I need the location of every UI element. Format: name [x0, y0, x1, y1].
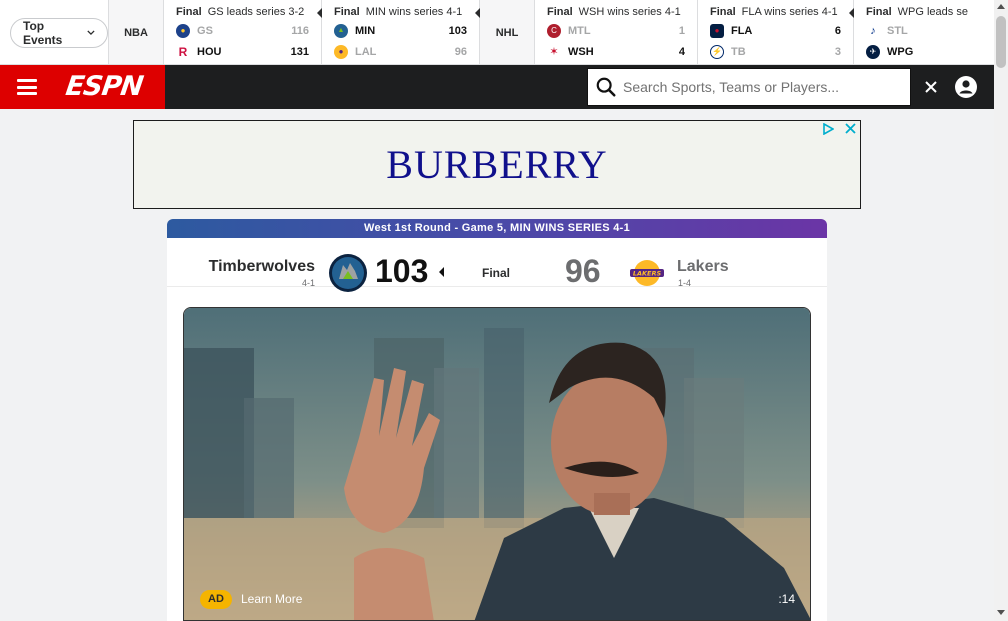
- scoreline[interactable]: Timberwolves 4-1 103 Final 96 LAKERS Lak…: [167, 219, 827, 292]
- top-events-label: Top Events: [23, 18, 63, 47]
- away-team-record: 1-4: [678, 278, 692, 288]
- video-ad-badge: AD: [200, 590, 232, 609]
- ad-banner[interactable]: BURBERRY: [133, 120, 861, 209]
- game-status: Final GS leads series 3-2: [176, 6, 305, 18]
- scroll-up-arrow-icon[interactable]: [997, 4, 1005, 9]
- game-status: Final MIN wins series 4-1: [334, 6, 463, 18]
- game-status: Final FLA wins series 4-1: [709, 6, 838, 18]
- away-team-name[interactable]: Lakers: [677, 258, 729, 276]
- rockets-logo-icon: R: [178, 44, 188, 59]
- team-row: ● FLA 6: [709, 20, 841, 41]
- team-row: ● GS 116: [176, 20, 309, 41]
- team-row: ✶ WSH 4: [547, 41, 685, 62]
- league-label-nba[interactable]: NBA: [109, 0, 165, 64]
- lakers-logo-icon: LAKERS: [630, 260, 664, 286]
- blues-logo-icon: ♪: [870, 24, 876, 37]
- away-team-score: 96: [565, 253, 601, 289]
- timberwolves-logo-icon: ▲: [334, 23, 349, 38]
- scores-strip: Top Events NBA Final GS leads series 3-2 …: [0, 0, 994, 65]
- close-search-icon[interactable]: [921, 77, 941, 97]
- espn-logo[interactable]: ESPN: [64, 71, 145, 102]
- scrollbar-thumb[interactable]: [996, 16, 1006, 68]
- ad-close-icon[interactable]: [844, 122, 857, 135]
- capitals-logo-icon: ✶: [549, 46, 559, 58]
- lakers-logo-icon: ●: [334, 44, 349, 59]
- search-icon: [596, 77, 616, 97]
- learn-more-link[interactable]: Learn More: [241, 592, 302, 606]
- chevron-down-icon: [87, 30, 95, 35]
- winner-caret: [439, 267, 444, 277]
- league-label-nhl[interactable]: NHL: [480, 0, 535, 64]
- home-team-name[interactable]: Timberwolves: [209, 258, 315, 276]
- home-team-score: 103: [375, 253, 429, 289]
- game-card: West 1st Round - Game 5, MIN WINS SERIES…: [167, 219, 827, 621]
- espn-navbar: ESPN: [0, 65, 994, 109]
- game-status: Final WSH wins series 4-1: [546, 6, 681, 18]
- adchoices-icon[interactable]: [822, 123, 834, 135]
- hamburger-menu-icon[interactable]: [17, 79, 37, 95]
- scoreboard-game[interactable]: Final MIN wins series 4-1 ▲ MIN 103 ● LAL…: [322, 0, 481, 64]
- search-box: [587, 68, 911, 106]
- scroll-down-arrow-icon[interactable]: [997, 610, 1005, 615]
- video-duration: :14: [778, 592, 795, 606]
- winner-caret: [475, 8, 481, 18]
- scoreboard-game[interactable]: Final FLA wins series 4-1 ● FLA 6 ⚡ TB 3: [698, 0, 854, 64]
- timberwolves-logo-icon: [329, 254, 367, 292]
- warriors-logo-icon: ●: [176, 23, 191, 38]
- search-input[interactable]: [623, 79, 893, 95]
- jets-logo-icon: ✈: [865, 44, 880, 59]
- top-events-cell: Top Events: [0, 0, 110, 64]
- scoreboard-game[interactable]: Final WPG leads se ♪ STL ✈ WPG: [854, 0, 994, 64]
- svg-text:LAKERS: LAKERS: [633, 270, 662, 278]
- user-account-icon[interactable]: [954, 75, 978, 99]
- canadiens-logo-icon: C: [546, 23, 561, 38]
- panthers-logo-icon: ●: [709, 23, 724, 38]
- team-row: ● LAL 96: [334, 41, 467, 62]
- team-row: C MTL 1: [546, 20, 685, 41]
- ad-brand-name: BURBERRY: [386, 142, 608, 187]
- game-status: Final WPG leads se: [865, 6, 968, 18]
- team-row: R HOU 131: [176, 41, 309, 62]
- team-row: ⚡ TB 3: [709, 41, 841, 62]
- top-events-dropdown[interactable]: Top Events: [10, 17, 109, 48]
- vertical-scrollbar[interactable]: [994, 0, 1008, 621]
- lightning-logo-icon: ⚡: [709, 44, 724, 59]
- game-status-final: Final: [482, 266, 511, 280]
- team-row: ▲ MIN 103: [334, 20, 467, 41]
- scoreboard-game[interactable]: Final WSH wins series 4-1 C MTL 1 ✶ WSH 4: [535, 0, 698, 64]
- video-frame-image: [184, 308, 810, 620]
- scoreboard-game[interactable]: Final GS leads series 3-2 ● GS 116 R HOU …: [164, 0, 323, 64]
- team-row: ✈ WPG: [865, 41, 982, 62]
- home-team-record: 4-1: [301, 278, 315, 288]
- video-player[interactable]: AD Learn More :14: [183, 307, 811, 621]
- team-row: ♪ STL: [866, 20, 982, 41]
